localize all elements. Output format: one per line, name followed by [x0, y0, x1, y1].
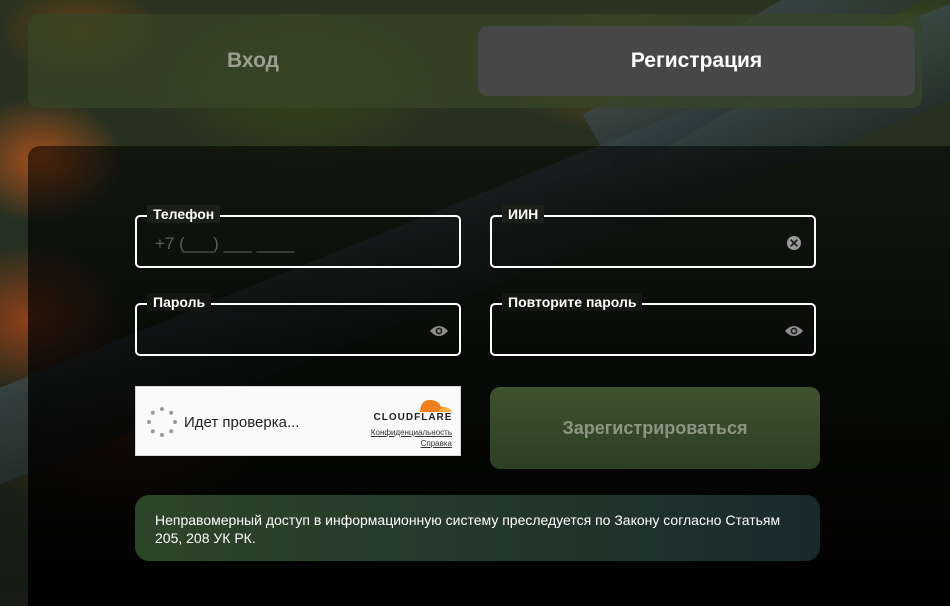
- legal-notice: Неправомерный доступ в информационную си…: [135, 495, 820, 561]
- loading-spinner-icon: [147, 407, 177, 437]
- phone-input[interactable]: [153, 231, 407, 257]
- password-repeat-input[interactable]: [508, 319, 762, 345]
- iin-input[interactable]: [508, 231, 762, 257]
- captcha-privacy-link[interactable]: Конфиденциальность: [371, 428, 452, 437]
- captcha-status: Идет проверка...: [184, 414, 300, 431]
- password-repeat-field: Повторите пароль: [490, 293, 816, 356]
- password-label: Пароль: [147, 293, 212, 311]
- phone-label: Телефон: [147, 205, 221, 223]
- password-repeat-label: Повторите пароль: [502, 293, 643, 311]
- cloudflare-brand: CLOUDFLARE: [373, 412, 453, 423]
- tab-login[interactable]: Вход: [28, 26, 478, 96]
- register-button[interactable]: Зарегистрироваться: [490, 387, 820, 469]
- password-field: Пароль: [135, 293, 461, 356]
- phone-field: Телефон: [135, 205, 461, 268]
- iin-label: ИИН: [502, 205, 545, 223]
- clear-icon[interactable]: [784, 233, 804, 253]
- eye-icon[interactable]: [429, 321, 449, 341]
- captcha-help-link[interactable]: Справка: [421, 439, 452, 448]
- password-input[interactable]: [153, 319, 407, 345]
- cloudflare-captcha-widget[interactable]: Идет проверка... CLOUDFLARE Конфиденциал…: [135, 386, 461, 456]
- auth-tabs: Вход Регистрация: [28, 14, 922, 108]
- tab-register[interactable]: Регистрация: [478, 26, 915, 96]
- eye-icon[interactable]: [784, 321, 804, 341]
- iin-field: ИИН: [490, 205, 816, 268]
